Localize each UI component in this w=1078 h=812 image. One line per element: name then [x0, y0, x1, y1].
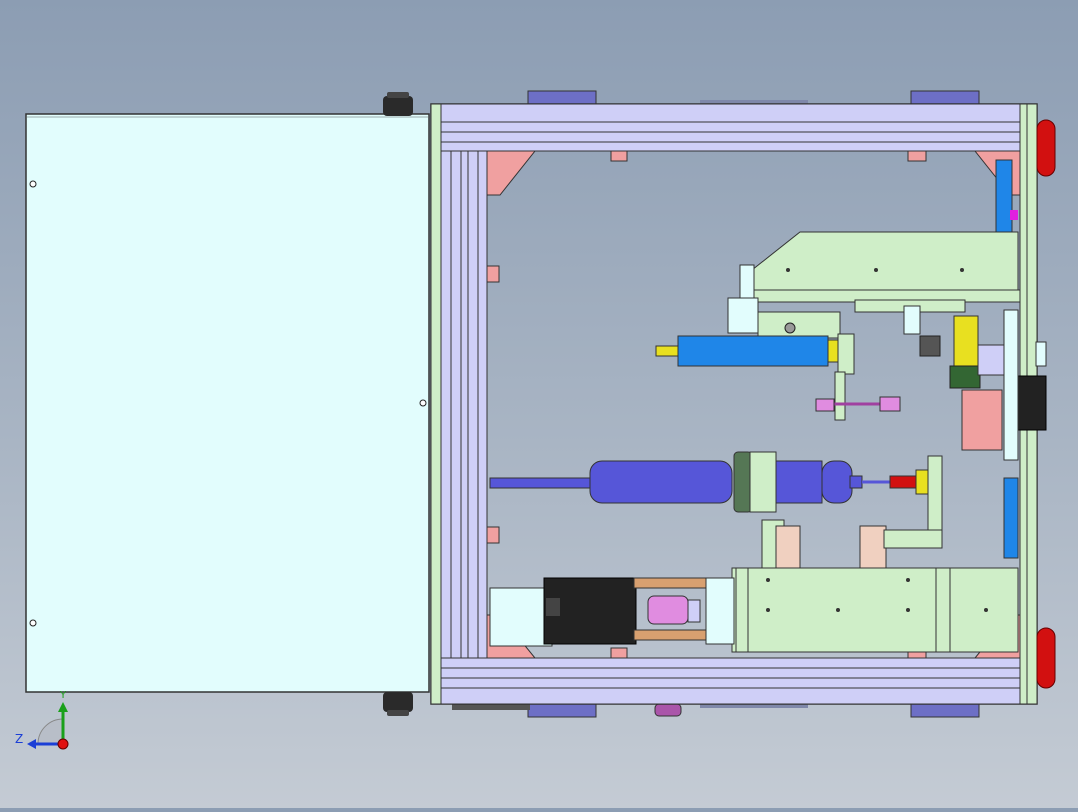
axis-z-label: Z	[15, 732, 23, 746]
axis-y-label: Y	[59, 690, 67, 701]
cad-viewport[interactable]: Y Z	[0, 0, 1078, 808]
cad-drawing: Y Z	[15, 90, 1056, 750]
servo-motor	[489, 577, 735, 647]
door-hinge-bottom	[383, 692, 413, 716]
pink-sensor	[815, 396, 901, 412]
lower-support-brackets	[761, 519, 943, 571]
bottom-slide-plate	[731, 567, 1019, 653]
door-panel	[25, 113, 430, 693]
coordinate-triad	[27, 702, 69, 750]
red-fitting-bottom	[1036, 627, 1056, 689]
red-fitting-top	[1036, 119, 1056, 177]
door-hinge-top	[383, 92, 413, 116]
